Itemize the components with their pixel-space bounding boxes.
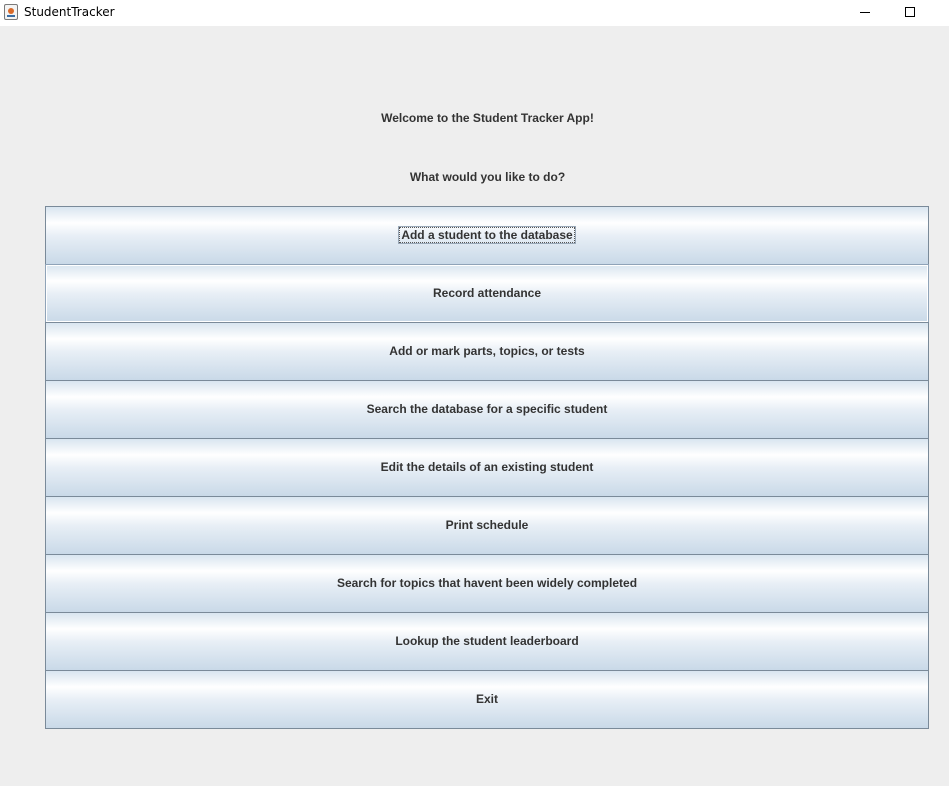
leaderboard-button-label: Lookup the student leaderboard	[395, 634, 579, 648]
menu-button-list: Add a student to the database Record att…	[45, 206, 929, 729]
search-student-button[interactable]: Search the database for a specific stude…	[45, 380, 929, 439]
search-topics-button-label: Search for topics that havent been widel…	[336, 576, 638, 590]
add-mark-parts-button[interactable]: Add or mark parts, topics, or tests	[45, 322, 929, 381]
window-title: StudentTracker	[24, 5, 115, 19]
exit-button[interactable]: Exit	[45, 670, 929, 729]
leaderboard-button[interactable]: Lookup the student leaderboard	[45, 612, 929, 671]
print-schedule-button[interactable]: Print schedule	[45, 496, 929, 555]
search-student-button-label: Search the database for a specific stude…	[366, 402, 608, 416]
welcome-heading: Welcome to the Student Tracker App!	[381, 111, 594, 125]
add-student-button[interactable]: Add a student to the database	[45, 206, 929, 265]
java-app-icon	[4, 4, 18, 20]
search-topics-button[interactable]: Search for topics that havent been widel…	[45, 554, 929, 613]
record-attendance-button-label: Record attendance	[432, 286, 542, 300]
print-schedule-button-label: Print schedule	[445, 518, 529, 532]
maximize-icon	[905, 7, 915, 17]
maximize-button[interactable]	[888, 0, 933, 26]
add-mark-parts-button-label: Add or mark parts, topics, or tests	[389, 344, 585, 358]
prompt-label: What would you like to do?	[409, 170, 566, 184]
minimize-icon	[860, 12, 870, 13]
app-window: StudentTracker Welcome to the Student Tr…	[0, 0, 949, 786]
add-student-button-label: Add a student to the database	[398, 226, 576, 244]
title-bar[interactable]: StudentTracker	[0, 0, 949, 26]
minimize-button[interactable]	[843, 0, 888, 26]
record-attendance-button[interactable]: Record attendance	[45, 264, 929, 323]
exit-button-label: Exit	[475, 692, 498, 706]
edit-student-button[interactable]: Edit the details of an existing student	[45, 438, 929, 497]
edit-student-button-label: Edit the details of an existing student	[380, 460, 594, 474]
